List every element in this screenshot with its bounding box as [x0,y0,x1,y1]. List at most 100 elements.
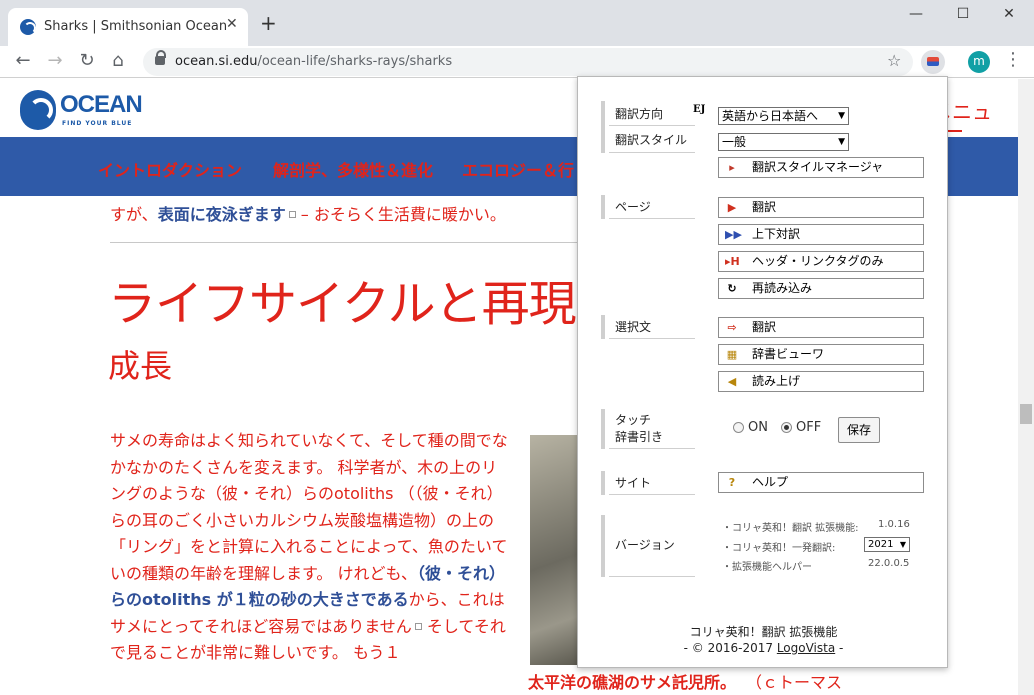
nav-item-anatomy[interactable]: 解剖学、多様性＆進化 [273,157,433,181]
touch-off-radio[interactable] [781,422,792,433]
section-line [609,448,695,449]
external-link-icon [414,622,422,630]
nav-item-introduction[interactable]: イントロダクション [98,157,242,181]
version-row-3-label: ・拡張機能ヘルパー [722,562,812,573]
header-link-only-button[interactable]: ▸H ヘッダ・リンクタグのみ [718,251,924,272]
section-touch: タッチ 辞書引き [601,409,695,449]
home-icon[interactable]: ⌂ [107,50,129,71]
photo-caption: 太平洋の礁湖のサメ託児所。 （ｃトーマス [528,669,842,693]
save-button[interactable]: 保存 [838,417,880,443]
ocean-logo-icon[interactable] [20,90,56,130]
section-heading: ライフサイクルと再現 [108,276,577,332]
help-button[interactable]: ? ヘルプ [718,472,924,493]
window-close-icon[interactable]: ✕ [999,6,1019,22]
nav-item-ecology[interactable]: エコロジー＆行 [462,157,574,181]
site-label: サイト [615,476,652,490]
minimize-icon[interactable]: — [906,6,926,22]
section-line [609,152,695,153]
touch-on-radio[interactable] [733,422,744,433]
logovista-link[interactable]: LogoVista [777,641,835,655]
url-path: /ocean-life/sharks-rays/sharks [257,54,453,69]
touch-off-label: OFF [796,420,822,435]
back-icon[interactable]: ← [12,50,34,71]
parallel-translation-button[interactable]: ▶▶ 上下対訳 [718,224,924,245]
section-line [609,494,695,495]
version-label: バージョン [615,538,675,552]
translate-selection-button[interactable]: ⇨ 翻訳 [718,317,924,338]
direction-value: 英語から日本語へ [722,109,819,123]
star-icon[interactable]: ☆ [887,51,901,70]
translate-arrow-icon: ▶ [727,201,737,214]
speaker-icon: ◀ [727,375,737,388]
content-top-line: すが、表面に夜泳ぎます – おそらく生活費に暖かい。 [110,201,506,225]
style-manager-button[interactable]: ▸ 翻訳スタイルマネージャ [718,157,924,178]
touch-on-label: ON [748,420,768,435]
tab-title: Sharks | Smithsonian Ocean [44,19,228,34]
menu-icon[interactable]: ⋮ [1004,49,1022,70]
style-manager-label: 翻訳スタイルマネージャ [752,160,884,174]
style-select[interactable]: 一般 ▼ [718,133,849,151]
divider [110,242,580,243]
section-line [609,125,695,126]
version-row-2-label: ・コリャ英和！一発翻訳: [722,543,836,554]
selection-translate-icon: ⇨ [727,321,737,334]
avatar[interactable]: m [968,51,990,73]
help-label: ヘルプ [752,475,789,489]
scroll-thumb[interactable] [1020,404,1032,424]
section-line [609,576,695,577]
page-label: ページ [615,200,651,214]
popup-footer-title: コリャ英和！翻訳 拡張機能 [689,625,838,639]
page-scrollbar[interactable] [1018,79,1034,695]
caption-text: 太平洋の礁湖のサメ託児所。 [528,673,737,692]
help-icon: ? [728,476,736,489]
copyright-pre: - © 2016-2017 [683,641,777,655]
version-select[interactable]: 2021 ▼ [864,537,910,552]
style-manager-icon: ▸ [729,161,735,174]
url-text[interactable]: ocean.si.edu/ocean-life/sharks-rays/shar… [175,54,452,69]
version-row-1-value: 1.0.16 [878,519,910,530]
touch-label-1: タッチ [615,413,652,427]
popup-footer-copyright: - © 2016-2017 LogoVista - [578,641,949,655]
logo-word[interactable]: OCEAN [60,91,143,119]
direction-select[interactable]: 英語から日本語へ ▼ [718,107,849,125]
forward-icon[interactable]: → [44,50,66,71]
header-link-label: ヘッダ・リンクタグのみ [752,254,884,268]
logo-tagline: FIND YOUR BLUE [62,120,133,127]
translate-page-button[interactable]: ▶ 翻訳 [718,197,924,218]
lock-icon [155,50,166,65]
version-row-1-label: ・コリャ英和！翻訳 拡張機能: [722,523,859,534]
dropdown-arrow-icon: ▼ [838,111,845,121]
section-site: サイト [601,471,695,495]
address-bar[interactable]: ocean.si.edu/ocean-life/sharks-rays/shar… [143,48,913,76]
section-line [609,218,695,219]
dictionary-label: 辞書ビューワ [752,347,825,361]
url-host: ocean.si.edu [175,54,258,69]
translation-extension-popup: 翻訳方向 翻訳スタイル EJ 英語から日本語へ ▼ 一般 ▼ ▸ 翻訳スタイルマネー… [577,76,948,668]
caption-credit: （ｃトーマス [754,673,843,692]
browser-toolbar: ← → ↻ ⌂ ocean.si.edu/ocean-life/sharks-r… [0,46,1034,78]
reload-button[interactable]: ↻ 再読み込み [718,278,924,299]
read-aloud-button[interactable]: ◀ 読み上げ [718,371,924,392]
section-page: ページ [601,195,695,219]
maximize-icon[interactable]: ☐ [953,6,973,22]
parallel-label: 上下対訳 [752,227,801,241]
section-subheading: 成長 [108,347,173,385]
translate-selection-label: 翻訳 [752,320,777,334]
dropdown-arrow-icon: ▼ [899,540,906,549]
shark-nursery-photo [530,435,580,665]
top-line-link[interactable]: 表面に夜泳ぎます [158,205,286,224]
selection-label: 選択文 [615,320,652,334]
new-tab-button[interactable]: + [260,13,277,33]
read-aloud-label: 読み上げ [752,374,801,388]
reload-icon[interactable]: ↻ [76,50,98,71]
section-selection: 選択文 [601,315,695,339]
external-link-icon [288,211,296,218]
top-line-pre: すが、 [110,205,158,224]
section-line [609,338,695,339]
version-row-2-value: 2021 [868,539,894,550]
extension-icon[interactable] [921,50,945,74]
browser-tab[interactable]: Sharks | Smithsonian Ocean ✕ [8,8,248,46]
dictionary-viewer-button[interactable]: ▦ 辞書ビューワ [718,344,924,365]
reload-icon: ↻ [727,282,737,295]
tab-close-icon[interactable]: ✕ [226,16,238,32]
